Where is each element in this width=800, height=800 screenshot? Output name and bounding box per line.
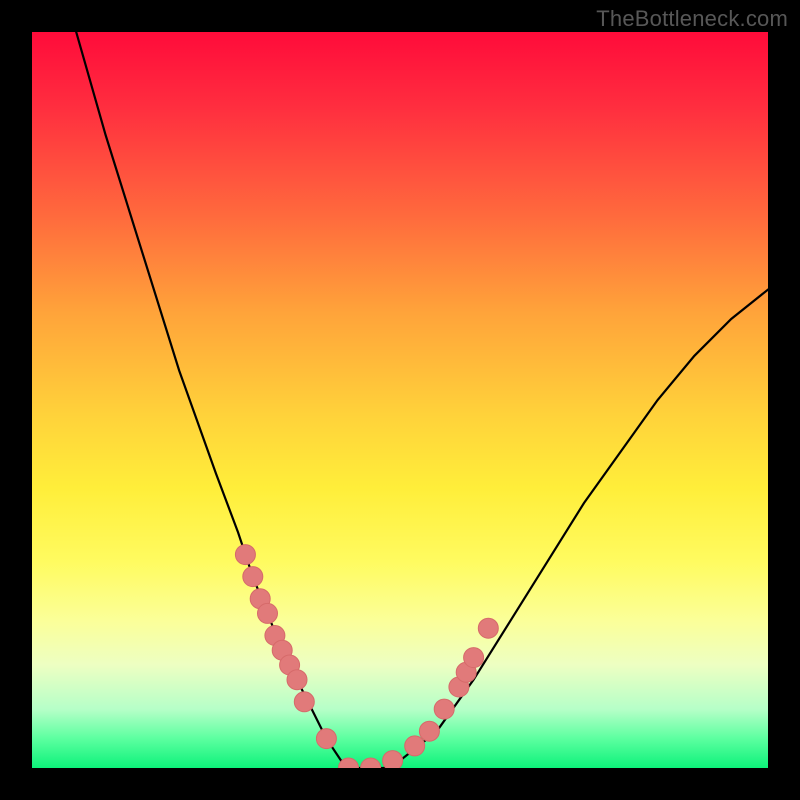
curve-layer bbox=[32, 32, 768, 768]
highlight-marker bbox=[434, 699, 454, 719]
highlight-marker bbox=[287, 670, 307, 690]
chart-frame: TheBottleneck.com bbox=[0, 0, 800, 800]
highlight-marker bbox=[383, 751, 403, 768]
bottleneck-curve bbox=[76, 32, 768, 768]
highlight-marker bbox=[405, 736, 425, 756]
highlight-marker bbox=[316, 729, 336, 749]
highlight-marker bbox=[361, 758, 381, 768]
highlight-marker bbox=[235, 545, 255, 565]
highlight-marker bbox=[258, 603, 278, 623]
highlight-marker bbox=[243, 567, 263, 587]
highlight-marker bbox=[464, 648, 484, 668]
highlight-marker bbox=[294, 692, 314, 712]
watermark-text: TheBottleneck.com bbox=[596, 6, 788, 32]
highlight-marker bbox=[419, 721, 439, 741]
plot-area bbox=[32, 32, 768, 768]
marker-group bbox=[235, 545, 498, 768]
highlight-marker bbox=[478, 618, 498, 638]
